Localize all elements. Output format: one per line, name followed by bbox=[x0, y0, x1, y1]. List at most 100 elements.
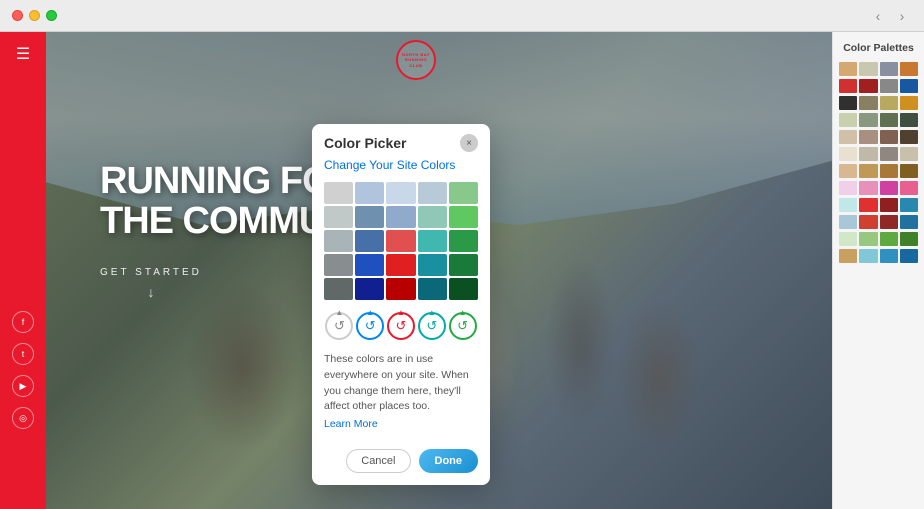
color-cell[interactable] bbox=[386, 230, 415, 252]
close-traffic-light[interactable] bbox=[12, 10, 23, 21]
palette-swatch bbox=[859, 62, 877, 76]
reset-button-neutral[interactable]: ▲ ↺ bbox=[325, 312, 353, 340]
color-cell[interactable] bbox=[418, 254, 447, 276]
palette-swatch bbox=[880, 130, 898, 144]
palette-swatch bbox=[880, 147, 898, 161]
palette-swatch bbox=[839, 232, 857, 246]
color-cell[interactable] bbox=[449, 278, 478, 300]
instagram-icon[interactable]: ◎ bbox=[12, 407, 34, 429]
palette-swatch bbox=[880, 232, 898, 246]
cta-arrow-icon: ↓ bbox=[100, 284, 202, 300]
color-cell[interactable] bbox=[355, 254, 384, 276]
reset-button-blue[interactable]: ▲ ↺ bbox=[356, 312, 384, 340]
dialog-subtitle[interactable]: Change Your Site Colors bbox=[312, 158, 490, 182]
color-cell[interactable] bbox=[386, 206, 415, 228]
color-cell[interactable] bbox=[324, 182, 353, 204]
dialog-description: These colors are in use everywhere on yo… bbox=[312, 348, 490, 441]
palette-swatch bbox=[859, 215, 877, 229]
color-cell[interactable] bbox=[324, 254, 353, 276]
palette-row[interactable] bbox=[839, 113, 918, 127]
color-actions: ▲ ↺ ▲ ↺ ▲ ↺ ▲ ↺ ▲ ↺ bbox=[312, 308, 490, 348]
learn-more-link[interactable]: Learn More bbox=[324, 417, 478, 433]
palette-swatch bbox=[900, 198, 918, 212]
palette-swatch bbox=[839, 198, 857, 212]
reset-button-green[interactable]: ▲ ↺ bbox=[449, 312, 477, 340]
back-button[interactable]: ‹ bbox=[868, 6, 888, 26]
facebook-icon[interactable]: f bbox=[12, 311, 34, 333]
color-cell[interactable] bbox=[324, 206, 353, 228]
palette-swatch bbox=[859, 181, 877, 195]
color-cell[interactable] bbox=[386, 182, 415, 204]
maximize-traffic-light[interactable] bbox=[46, 10, 57, 21]
palette-swatch bbox=[839, 62, 857, 76]
palette-swatch bbox=[859, 232, 877, 246]
palette-swatch bbox=[839, 96, 857, 110]
palette-swatch bbox=[859, 249, 877, 263]
color-cell[interactable] bbox=[355, 230, 384, 252]
color-cell[interactable] bbox=[355, 182, 384, 204]
minimize-traffic-light[interactable] bbox=[29, 10, 40, 21]
dialog-close-button[interactable]: × bbox=[460, 134, 478, 152]
palette-swatch bbox=[880, 249, 898, 263]
palette-swatch bbox=[880, 79, 898, 93]
cancel-button[interactable]: Cancel bbox=[346, 449, 410, 473]
forward-button[interactable]: › bbox=[892, 6, 912, 26]
browser-navigation: ‹ › bbox=[868, 6, 912, 26]
reset-button-teal[interactable]: ▲ ↺ bbox=[418, 312, 446, 340]
color-cell[interactable] bbox=[449, 230, 478, 252]
youtube-icon[interactable]: ▶ bbox=[12, 375, 34, 397]
color-cell[interactable] bbox=[355, 278, 384, 300]
main-area: ☰ f t ▶ ◎ NORTH BAYRUNNINGCLUB RUNNING F… bbox=[0, 32, 924, 509]
indicator-green: ▲ bbox=[459, 308, 467, 317]
color-cell[interactable] bbox=[386, 278, 415, 300]
palette-row[interactable] bbox=[839, 79, 918, 93]
color-cell[interactable] bbox=[418, 182, 447, 204]
dialog-footer: Cancel Done bbox=[312, 441, 490, 485]
color-cell[interactable] bbox=[324, 230, 353, 252]
reset-button-red[interactable]: ▲ ↺ bbox=[387, 312, 415, 340]
dialog-title: Color Picker bbox=[324, 135, 406, 151]
color-cell[interactable] bbox=[449, 254, 478, 276]
indicator-blue: ▲ bbox=[366, 308, 374, 317]
palette-swatch bbox=[900, 79, 918, 93]
palette-row[interactable] bbox=[839, 96, 918, 110]
palette-swatch bbox=[880, 181, 898, 195]
palette-row[interactable] bbox=[839, 130, 918, 144]
dialog-header: Color Picker × bbox=[312, 124, 490, 158]
palette-row[interactable] bbox=[839, 181, 918, 195]
color-cell[interactable] bbox=[324, 278, 353, 300]
twitter-icon[interactable]: t bbox=[12, 343, 34, 365]
palette-swatch bbox=[839, 130, 857, 144]
palette-swatch bbox=[839, 113, 857, 127]
color-cell[interactable] bbox=[418, 230, 447, 252]
palette-swatch bbox=[859, 113, 877, 127]
palette-row[interactable] bbox=[839, 215, 918, 229]
site-sidebar: ☰ f t ▶ ◎ bbox=[0, 32, 46, 509]
color-cell[interactable] bbox=[418, 206, 447, 228]
indicator-neutral: ▲ bbox=[335, 308, 343, 317]
palette-swatch bbox=[839, 181, 857, 195]
palette-swatch bbox=[859, 96, 877, 110]
palette-row[interactable] bbox=[839, 62, 918, 76]
palette-row[interactable] bbox=[839, 198, 918, 212]
palette-row[interactable] bbox=[839, 147, 918, 161]
done-button[interactable]: Done bbox=[419, 449, 479, 473]
color-cell[interactable] bbox=[386, 254, 415, 276]
color-cell[interactable] bbox=[355, 206, 384, 228]
site-logo[interactable]: NORTH BAYRUNNINGCLUB bbox=[396, 40, 436, 80]
color-cell[interactable] bbox=[418, 278, 447, 300]
color-cell[interactable] bbox=[449, 206, 478, 228]
cta-button[interactable]: GET STARTED ↓ bbox=[100, 262, 202, 300]
palette-swatch bbox=[859, 79, 877, 93]
hamburger-icon[interactable]: ☰ bbox=[16, 44, 30, 64]
palette-swatch bbox=[900, 130, 918, 144]
palette-swatch bbox=[900, 164, 918, 178]
palette-row[interactable] bbox=[839, 232, 918, 246]
color-cell[interactable] bbox=[449, 182, 478, 204]
logo-text: NORTH BAYRUNNINGCLUB bbox=[402, 52, 430, 68]
palette-row[interactable] bbox=[839, 249, 918, 263]
palette-swatch bbox=[880, 96, 898, 110]
color-picker-dialog: Color Picker × Change Your Site Colors ▲… bbox=[312, 124, 490, 485]
palette-swatch bbox=[859, 147, 877, 161]
palette-row[interactable] bbox=[839, 164, 918, 178]
